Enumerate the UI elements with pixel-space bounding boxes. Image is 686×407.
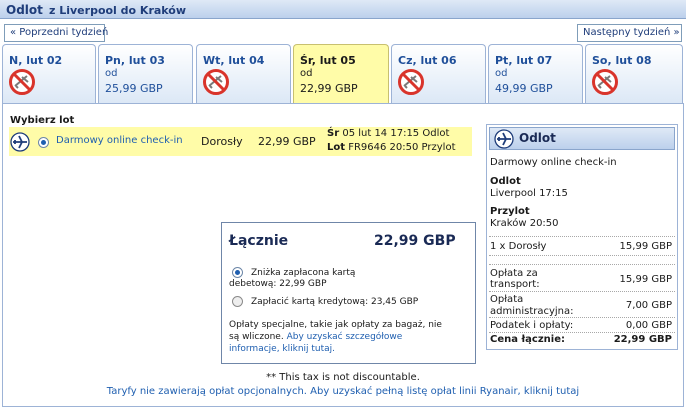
select-flight-title: Wybierz lot (10, 115, 75, 126)
summary-divider (489, 264, 675, 265)
fees-note-line2: są wliczone. Aby uzyskać szczegółowe (229, 332, 402, 342)
no-flight-icon (398, 69, 424, 95)
debit-card-radio[interactable] (232, 267, 243, 278)
flight-info: FR9646 20:50 Przylot (348, 142, 456, 153)
total-value: 22,99 GBP (374, 233, 456, 249)
summary-divider (489, 236, 675, 237)
day-from-label: od (300, 68, 313, 79)
departure-day: Śr (327, 128, 340, 139)
day-label: Cz, lut 06 (398, 54, 457, 67)
summary-pax-line: 1 x Dorosły (490, 241, 547, 252)
flight-prefix: Lot (327, 142, 346, 153)
day-label: So, lut 08 (592, 54, 652, 67)
flight-radio[interactable] (38, 137, 49, 148)
transport-price: 15,99 GBP (619, 274, 672, 285)
flight-number-line: Lot FR9646 20:50 Przylot (327, 142, 456, 153)
admin-fee-label: Opłata (490, 294, 524, 305)
debit-card-label: Zniżka zapłacona kartą (251, 268, 356, 278)
passenger-type: Dorosły (201, 135, 243, 148)
departure-line: Śr 05 lut 14 17:15 Odlot (327, 128, 449, 139)
summary-fare: Darmowy online check-in (490, 157, 617, 168)
flight-price: 22,99 GBP (258, 135, 316, 148)
day-tab-6[interactable]: So, lut 08 (585, 44, 683, 103)
next-week-button[interactable]: Następny tydzień » (577, 24, 682, 42)
day-tab-5[interactable]: Pt, lut 07 od 49,99 GBP (488, 44, 583, 103)
tax-price: 0,00 GBP (625, 320, 672, 331)
no-flight-icon (203, 69, 229, 95)
day-label: Pt, lut 07 (495, 54, 553, 67)
day-price: 25,99 GBP (105, 82, 163, 95)
summary-dep-value: Liverpool 17:15 (490, 188, 568, 199)
grand-total-price: 22,99 GBP (613, 334, 672, 345)
day-label: Pn, lut 03 (105, 54, 165, 67)
fare-name-link[interactable]: Darmowy online check-in (56, 135, 183, 146)
summary-arr-value: Kraków 20:50 (490, 218, 559, 229)
no-flight-icon (592, 69, 618, 95)
summary-divider (489, 291, 675, 292)
optional-fees-link[interactable]: Taryfy nie zawierają opłat opcjonalnych.… (0, 386, 686, 397)
day-price: 22,99 GBP (300, 82, 358, 95)
day-label: N, lut 02 (9, 54, 63, 67)
fees-note: Opłaty specjalne, takie jak opłaty za ba… (229, 320, 442, 330)
no-flight-icon (9, 69, 35, 95)
tax-label: Podatek i opłaty: (490, 320, 574, 331)
summary-pax-price: 15,99 GBP (619, 241, 672, 252)
day-tab-2[interactable]: Wt, lut 04 (196, 44, 291, 103)
details-link-line2[interactable]: informacje, kliknij tutaj. (229, 344, 335, 354)
tax-footnote: ** This tax is not discountable. (266, 372, 420, 383)
plane-icon (10, 132, 30, 152)
credit-card-radio[interactable] (232, 296, 243, 307)
day-label: Śr, lut 05 (300, 54, 356, 67)
summary-dep-label: Odlot (490, 176, 521, 187)
day-from-label: od (105, 68, 118, 79)
route-title: z Liverpool do Kraków (49, 4, 187, 17)
summary-divider (489, 317, 675, 318)
day-tab-3-selected[interactable]: Śr, lut 05 od 22,99 GBP (293, 44, 389, 105)
summary-divider (489, 332, 675, 333)
total-label: Łącznie (229, 233, 289, 249)
grand-total-label: Cena łącznie: (490, 334, 566, 345)
summary-divider (489, 255, 675, 256)
day-from-label: od (495, 68, 508, 79)
flight-summary-title: Odlot (519, 131, 556, 145)
prev-week-button[interactable]: « Poprzedni tydzień (4, 24, 108, 42)
admin-fee-price: 7,00 GBP (625, 300, 672, 311)
day-price: 49,99 GBP (495, 82, 553, 95)
details-link[interactable]: Aby uzyskać szczegółowe (287, 332, 403, 342)
fees-note-text: są wliczone. (229, 332, 284, 342)
day-tab-0[interactable]: N, lut 02 (2, 44, 96, 103)
departure-time: 05 lut 14 17:15 Odlot (342, 128, 450, 139)
admin-fee-label-line2: administracyjna: (490, 306, 574, 317)
day-tab-4[interactable]: Cz, lut 06 (391, 44, 486, 103)
debit-card-amount: debetową: 22,99 GBP (229, 279, 327, 289)
transport-label-line2: transport: (490, 279, 540, 290)
day-tab-1[interactable]: Pn, lut 03 od 25,99 GBP (98, 44, 193, 103)
summary-arr-label: Przylot (490, 206, 530, 217)
flight-summary-header (489, 127, 675, 150)
transport-label: Opłata za (490, 268, 538, 279)
day-label: Wt, lut 04 (203, 54, 265, 67)
page-title: Odlot (6, 3, 43, 17)
plane-icon (494, 129, 514, 149)
credit-card-label: Zapłacić kartą kredytową: 23,45 GBP (251, 297, 419, 307)
